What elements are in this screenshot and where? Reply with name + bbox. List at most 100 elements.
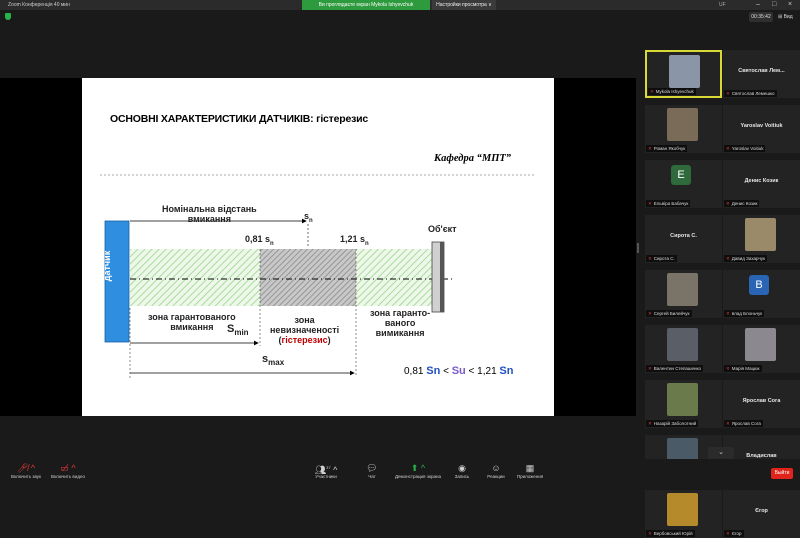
participant-caption: ✕ Святослав Лемешко xyxy=(724,90,777,97)
gallery-next-page-button[interactable]: ⌄ xyxy=(708,447,734,459)
participant-tile[interactable]: Сирота С. ✕ Сирота С. xyxy=(645,215,722,263)
participant-caption-text: Марія Мацюк xyxy=(731,366,760,371)
participant-tile[interactable]: B ✕ влад Блоньчук xyxy=(723,270,800,318)
sn-label: sn xyxy=(304,211,313,224)
screen-share-banner: Ви проглядаєте екран Mykola Ishyevchuk xyxy=(302,0,430,10)
participant-caption: ✕ Давид Захарчук xyxy=(724,255,768,262)
meeting-timer: 00:35:42 xyxy=(749,12,773,22)
participant-tile[interactable]: Ярослав Сога ✕ Ярослав Сога xyxy=(723,380,800,428)
muted-mic-icon: ✕ xyxy=(648,146,652,151)
participant-tile[interactable]: ✕ Mykola Ishyevchuk xyxy=(645,50,722,98)
s081-label: 0,81 sn xyxy=(245,234,274,247)
leave-meeting-button[interactable]: Выйти xyxy=(771,468,793,479)
participant-avatar: E xyxy=(671,165,691,185)
participant-caption-text: Yaroslav Voitiuk xyxy=(731,146,764,151)
participant-caption-text: влад Блоньчук xyxy=(731,311,763,316)
share-screen-button[interactable]: ⬆ ^ Демонстрация экрана xyxy=(392,462,444,484)
muted-mic-icon: ✕ xyxy=(648,311,652,316)
participant-caption-text: Сергей Билейчук xyxy=(653,311,690,316)
chat-icon: 💬︎ xyxy=(366,463,378,473)
participant-tile[interactable]: E ✕ Ельвіра Бабачук xyxy=(645,160,722,208)
participant-caption: ✕ Денис Козик xyxy=(724,200,760,207)
participant-caption: ✕ Валентин Степашенко xyxy=(646,365,704,372)
muted-mic-icon: ✕ xyxy=(648,201,652,206)
participant-video xyxy=(669,55,700,88)
hysteresis-formula: 0,81 Sn < Su < 1,21 Sn xyxy=(404,365,514,377)
participant-caption-text: Назарій Заболотний xyxy=(653,421,697,426)
zone-guaranteed-on-label: зона гарантованого вмикання xyxy=(148,312,236,332)
participant-name: Святослав Лем... xyxy=(738,68,785,74)
panel-resize-handle[interactable] xyxy=(637,243,639,253)
participant-caption-text: Роман Якобчук xyxy=(653,146,686,151)
window-title: Zoom Конференція 40 мин xyxy=(8,2,70,8)
chat-button[interactable]: 💬︎ Чат xyxy=(350,462,394,484)
participant-video xyxy=(745,218,776,251)
view-options-button[interactable]: Настройки просмотра ∨ xyxy=(432,0,496,10)
muted-mic-icon: ✕ xyxy=(648,366,652,371)
window-title-bar: Zoom Конференція 40 мин Ви проглядаєте е… xyxy=(0,0,800,10)
participant-caption-text: Єгор xyxy=(731,531,742,536)
unmute-button[interactable]: 🎤︎̸ ^ Включить звук xyxy=(4,462,48,484)
participant-tile[interactable]: Єгор ✕ Єгор xyxy=(723,490,800,538)
participant-tile[interactable]: ✕ Назарій Заболотний xyxy=(645,380,722,428)
participants-icon: 👥︎37 ^ xyxy=(314,465,338,475)
participant-caption-text: Валентин Степашенко xyxy=(653,366,702,371)
muted-mic-icon: ✕ xyxy=(726,91,730,96)
participant-caption: ✕ Ельвіра Бабачук xyxy=(646,200,691,207)
presentation-slide: ОСНОВНІ ХАРАКТЕРИСТИКИ ДАТЧИКІВ: гістере… xyxy=(82,78,554,416)
participant-caption: ✕ Вербовський Юрій xyxy=(646,530,695,537)
participant-caption-text: Mykola Ishyevchuk xyxy=(655,89,694,94)
participant-video xyxy=(667,273,698,306)
muted-mic-icon: ✕ xyxy=(726,421,730,426)
participant-video xyxy=(667,328,698,361)
participant-tile[interactable]: Денис Козик ✕ Денис Козик xyxy=(723,160,800,208)
close-icon[interactable]: × xyxy=(788,0,792,10)
meeting-toolbar: 🎤︎̸ ^ Включить звук ▭̸ ^ Включить видео … xyxy=(0,459,800,485)
participant-caption: ✕ Mykola Ishyevchuk xyxy=(648,88,696,95)
participant-caption-text: Денис Козик xyxy=(731,201,758,206)
muted-mic-icon: ✕ xyxy=(726,311,730,316)
sensor-block xyxy=(104,220,130,343)
participants-button[interactable]: 👥︎37 ^ Участники xyxy=(304,462,348,484)
muted-mic-icon: ✕ xyxy=(726,146,730,151)
participant-tile[interactable]: ✕ Валентин Степашенко xyxy=(645,325,722,373)
participant-tile[interactable]: ✕ Марія Мацюк xyxy=(723,325,800,373)
muted-mic-icon: ✕ xyxy=(648,531,652,536)
participant-caption: ✕ Назарій Заболотний xyxy=(646,420,699,427)
participant-name: Сирота С. xyxy=(670,233,697,239)
participant-tile[interactable]: ✕ Давид Захарчук xyxy=(723,215,800,263)
muted-mic-icon: ✕ xyxy=(726,201,730,206)
nominal-distance-label: Номінальна відстань вмикання xyxy=(162,204,257,224)
participant-gallery: ✕ Mykola Ishyevchuk Святослав Лем... ✕ Свято… xyxy=(641,48,800,538)
muted-mic-icon: ✕ xyxy=(650,89,654,94)
participant-caption: ✕ Сирота С. xyxy=(646,255,677,262)
participant-name: Єгор xyxy=(755,508,768,514)
zone-guaranteed-off xyxy=(356,249,432,306)
participant-tile[interactable]: ✕ Вербовський Юрій xyxy=(645,490,722,538)
start-video-button[interactable]: ▭̸ ^ Включить видео xyxy=(46,462,90,484)
participant-caption: ✕ Марія Мацюк xyxy=(724,365,762,372)
participant-tile[interactable]: Святослав Лем... ✕ Святослав Лемешко xyxy=(723,50,800,98)
muted-mic-icon: 🎤︎̸ ^ xyxy=(16,463,36,473)
gallery-view-button[interactable]: ⊞ Вид xyxy=(778,12,793,22)
participant-name: Денис Козик xyxy=(744,178,779,184)
uf-label: UF xyxy=(719,2,726,8)
zone-guaranteed-off-label: зона гаранто-ваного вимикання xyxy=(370,308,431,338)
participant-video xyxy=(667,493,698,526)
participant-caption-text: Ярослав Сога xyxy=(731,421,761,426)
sensor-label: датчик xyxy=(102,250,113,282)
apps-button[interactable]: ▦ Приложения xyxy=(508,462,552,484)
participant-tile[interactable]: ✕ Сергей Билейчук xyxy=(645,270,722,318)
meeting-top-row: 00:35:42 ⊞ Вид xyxy=(0,10,800,24)
participant-name: Ярослав Сога xyxy=(742,398,781,404)
minimize-icon[interactable]: – xyxy=(756,0,760,10)
zone-guaranteed-on xyxy=(130,249,260,306)
participant-tile[interactable]: ✕ Роман Якобчук xyxy=(645,105,722,153)
zone-hysteresis xyxy=(260,249,356,306)
participant-caption: ✕ Роман Якобчук xyxy=(646,145,688,152)
muted-mic-icon: ✕ xyxy=(648,421,652,426)
maximize-icon[interactable]: □ xyxy=(772,0,776,10)
security-shield-icon[interactable] xyxy=(5,13,11,20)
participant-tile[interactable]: Yaroslav Voitiuk ✕ Yaroslav Voitiuk xyxy=(723,105,800,153)
apps-icon: ▦ xyxy=(525,463,535,473)
